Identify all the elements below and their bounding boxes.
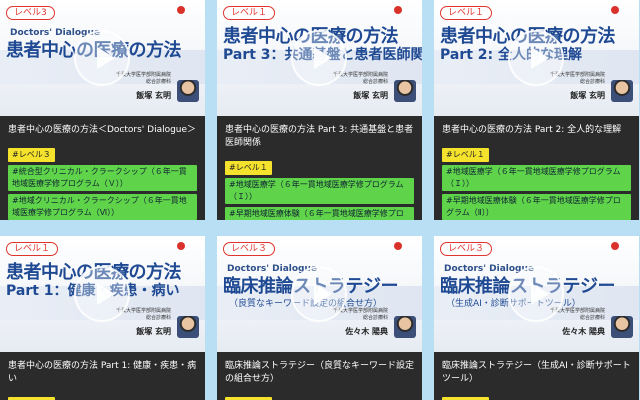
video-card-grid: レベル3 Doctors' Dialogue 患者中心の医療の方法 千葉大学医学部附属… (0, 0, 640, 400)
play-icon[interactable] (508, 30, 564, 86)
video-card[interactable]: レベル１ 患者中心の医療の方法 Part 3：共通基盤と患者医師関係 千葉大学医学部附… (217, 0, 422, 220)
level-tag[interactable]: #レベル３ (8, 148, 55, 162)
video-thumbnail[interactable]: レベル3 Doctors' Dialogue 患者中心の医療の方法 千葉大学医学部附属… (0, 0, 205, 116)
level-badge: レベル3 (6, 6, 55, 20)
level-badge: レベル１ (440, 6, 493, 20)
video-title[interactable]: 患者中心の医療の方法 Part 2: 全人的な理解 (442, 124, 631, 137)
speaker-photo (611, 316, 633, 338)
video-title[interactable]: 臨床推論ストラテジー（良質なキーワード設定の組合せ方） (225, 360, 414, 386)
level-tag[interactable]: #レベル１ (442, 148, 489, 162)
video-title[interactable]: 患者中心の医療の方法 Part 1: 健康・疾患・病い (8, 360, 197, 386)
video-thumbnail[interactable]: レベル１ 患者中心の医療の方法 Part 2: 全人的な理解 千葉大学医学部附属病院総… (434, 0, 639, 116)
logo-icon (611, 242, 619, 250)
speaker-photo (394, 316, 416, 338)
curriculum-tag[interactable]: #地域医療学（６年一貫地域医療学修プログラム（Ｉ）） (225, 178, 414, 204)
video-thumbnail[interactable]: レベル１ 患者中心の医療の方法 Part 1：健康・疾患・病い 千葉大学医学部附属病院… (0, 236, 205, 352)
speaker-name: 飯塚 玄明 (353, 91, 388, 100)
level-badge: レベル３ (440, 242, 493, 256)
speaker-photo (394, 80, 416, 102)
level-tag[interactable]: #レベル１ (225, 161, 272, 175)
level-badge: レベル１ (6, 242, 59, 256)
video-card[interactable]: レベル１ 患者中心の医療の方法 Part 1：健康・疾患・病い 千葉大学医学部附属病院… (0, 236, 205, 400)
video-card[interactable]: レベル3 Doctors' Dialogue 患者中心の医療の方法 千葉大学医学部附属… (0, 0, 205, 220)
play-icon[interactable] (291, 266, 347, 322)
video-card[interactable]: レベル３ Doctors' Dialogue 臨床推論ストラテジー （生成AI・診断サ… (434, 236, 639, 400)
speaker-name: 飯塚 玄明 (136, 91, 171, 100)
logo-icon (394, 242, 402, 250)
video-card[interactable]: レベル３ Doctors' Dialogue 臨床推論ストラテジー （良質なキーワード… (217, 236, 422, 400)
video-title[interactable]: 患者中心の医療の方法＜Doctors' Dialogue＞ (8, 124, 197, 137)
play-icon[interactable] (74, 266, 130, 322)
speaker-photo (177, 316, 199, 338)
level-badge: レベル３ (223, 242, 276, 256)
speaker-name: 佐々木 陽典 (345, 327, 388, 336)
speaker-affiliation-line: 総合診療科 (145, 315, 171, 321)
speaker-name: 飯塚 玄明 (136, 327, 171, 336)
play-icon[interactable] (291, 30, 347, 86)
video-card[interactable]: レベル１ 患者中心の医療の方法 Part 2: 全人的な理解 千葉大学医学部附属病院総… (434, 0, 639, 220)
video-thumbnail[interactable]: レベル３ Doctors' Dialogue 臨床推論ストラテジー （良質なキーワード… (217, 236, 422, 352)
card-info: 患者中心の医療の方法 Part 1: 健康・疾患・病い#レベル１ (0, 352, 205, 400)
logo-icon (177, 242, 185, 250)
speaker-affiliation-line: 総合診療科 (362, 315, 388, 321)
video-title[interactable]: 患者中心の医療の方法 Part 3: 共通基盤と患者医師関係 (225, 124, 414, 150)
play-icon[interactable] (508, 266, 564, 322)
card-info: 患者中心の医療の方法 Part 3: 共通基盤と患者医師関係 #レベル１ #地域医療… (217, 116, 422, 220)
logo-icon (394, 6, 402, 14)
speaker-affiliation-line: 総合診療科 (362, 79, 388, 85)
speaker-photo (611, 80, 633, 102)
card-info: 患者中心の医療の方法 Part 2: 全人的な理解 #レベル１ #地域医療学（６年一… (434, 116, 639, 220)
card-info: 臨床推論ストラテジー（良質なキーワード設定の組合せ方）#レベル３ (217, 352, 422, 400)
curriculum-tag[interactable]: #地域医療学（６年一貫地域医療学修プログラム（Ｉ）） (442, 165, 631, 191)
curriculum-tag[interactable]: #早期地域医療体験（６年一貫地域医療学修プログラム（Ⅱ）） (225, 207, 414, 220)
speaker-affiliation-line: 総合診療科 (579, 315, 605, 321)
speaker-photo (177, 80, 199, 102)
speaker-affiliation-line: 総合診療科 (145, 79, 171, 85)
level-badge: レベル１ (223, 6, 276, 20)
speaker-name: 佐々木 陽典 (562, 327, 605, 336)
curriculum-tag[interactable]: #早期地域医療体験（６年一貫地域医療学修プログラム（Ⅱ）） (442, 194, 631, 220)
curriculum-tag[interactable]: #統合型クリニカル・クラークシップ（６年一貫地域医療学修プログラム（Ｖ）） (8, 165, 197, 191)
play-icon[interactable] (74, 30, 130, 86)
speaker-name: 飯塚 玄明 (570, 91, 605, 100)
curriculum-tag[interactable]: #地域クリニカル・クラークシップ（６年一貫地域医療学修プログラム（Ⅵ）） (8, 194, 197, 220)
card-info: 患者中心の医療の方法＜Doctors' Dialogue＞ #レベル３ #統合型クリ… (0, 116, 205, 220)
video-thumbnail[interactable]: レベル１ 患者中心の医療の方法 Part 3：共通基盤と患者医師関係 千葉大学医学部附… (217, 0, 422, 116)
logo-icon (611, 6, 619, 14)
video-thumbnail[interactable]: レベル３ Doctors' Dialogue 臨床推論ストラテジー （生成AI・診断サ… (434, 236, 639, 352)
logo-icon (177, 6, 185, 14)
video-title[interactable]: 臨床推論ストラテジー（生成AI・診断サポートツール） (442, 360, 631, 386)
card-info: 臨床推論ストラテジー（生成AI・診断サポートツール）#レベル３ (434, 352, 639, 400)
speaker-affiliation-line: 総合診療科 (579, 79, 605, 85)
